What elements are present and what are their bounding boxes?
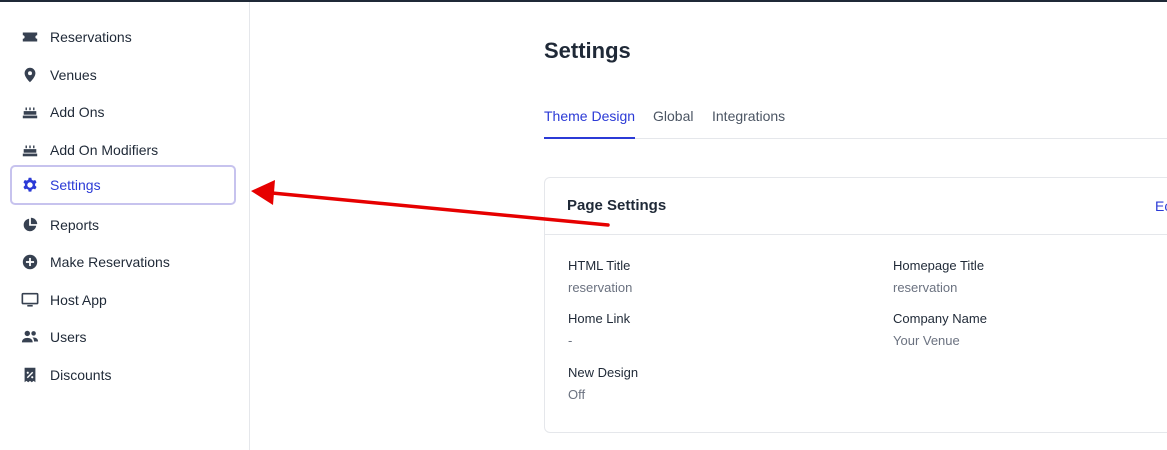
sidebar-item-reports[interactable]: Reports (10, 205, 236, 245)
tab-integrations[interactable]: Integrations (712, 108, 785, 137)
field-value: - (568, 333, 573, 348)
cake-icon (21, 141, 39, 159)
sidebar-item-venues[interactable]: Venues (10, 55, 236, 95)
tab-bar: Theme Design Global Integrations (544, 98, 1167, 139)
sidebar-item-add-on-modifiers[interactable]: Add On Modifiers (10, 130, 236, 170)
monitor-icon (21, 291, 39, 309)
ticket-icon (21, 28, 39, 46)
plus-circle-icon (21, 253, 39, 271)
field-label: New Design (568, 365, 639, 380)
sidebar-item-reservations[interactable]: Reservations (10, 17, 236, 57)
page-title: Settings (544, 38, 631, 63)
receipt-percent-icon (21, 366, 39, 384)
field-label: Homepage Title (893, 258, 985, 273)
field-label: Company Name (893, 311, 987, 326)
sidebar-item-label: Reservations (50, 29, 132, 45)
sidebar-item-discounts[interactable]: Discounts (10, 355, 236, 395)
sidebar-item-label: Add Ons (50, 104, 105, 120)
sidebar-item-label: Host App (50, 292, 107, 308)
tab-theme-design[interactable]: Theme Design (544, 108, 636, 139)
pie-chart-icon (21, 216, 39, 234)
field-label: Home Link (568, 311, 631, 326)
field-home-link: Home Link - (568, 311, 630, 348)
card-title: Page Settings (567, 197, 667, 214)
field-value: reservation (568, 280, 633, 295)
sidebar-item-label: Reports (50, 217, 100, 233)
sidebar-item-label: Venues (50, 67, 97, 83)
field-value: Your Venue (893, 333, 960, 348)
gear-icon (21, 176, 39, 194)
sidebar-item-label: Users (50, 329, 87, 345)
field-homepage-title: Homepage Title reservation (893, 258, 984, 295)
sidebar: Reservations Venues Add Ons Add On Modif… (0, 2, 250, 450)
tab-global[interactable]: Global (653, 108, 693, 137)
sidebar-item-label: Settings (50, 177, 101, 193)
sidebar-item-host-app[interactable]: Host App (10, 280, 236, 320)
sidebar-item-label: Add On Modifiers (50, 142, 159, 158)
users-icon (21, 328, 39, 346)
field-new-design: New Design Off (568, 365, 638, 402)
sidebar-item-label: Make Reservations (50, 254, 170, 270)
field-value: Off (568, 387, 586, 402)
sidebar-item-label: Discounts (50, 367, 112, 383)
cake-icon (21, 103, 39, 121)
sidebar-item-add-ons[interactable]: Add Ons (10, 92, 236, 132)
map-pin-icon (21, 66, 39, 84)
field-company-name: Company Name Your Venue (893, 311, 987, 348)
card-header: Page Settings Ec (545, 178, 1167, 235)
sidebar-item-users[interactable]: Users (10, 317, 236, 357)
field-label: HTML Title (568, 258, 631, 273)
sidebar-item-settings[interactable]: Settings (10, 165, 236, 205)
page-settings-card: Page Settings Ec HTML Title reservation … (544, 177, 1167, 433)
sidebar-item-make-reservations[interactable]: Make Reservations (10, 242, 236, 282)
field-value: reservation (893, 280, 958, 295)
main-content: Settings Theme Design Global Integration… (250, 2, 1167, 450)
field-html-title: HTML Title reservation (568, 258, 632, 295)
edit-button[interactable]: Ec (1155, 198, 1167, 214)
